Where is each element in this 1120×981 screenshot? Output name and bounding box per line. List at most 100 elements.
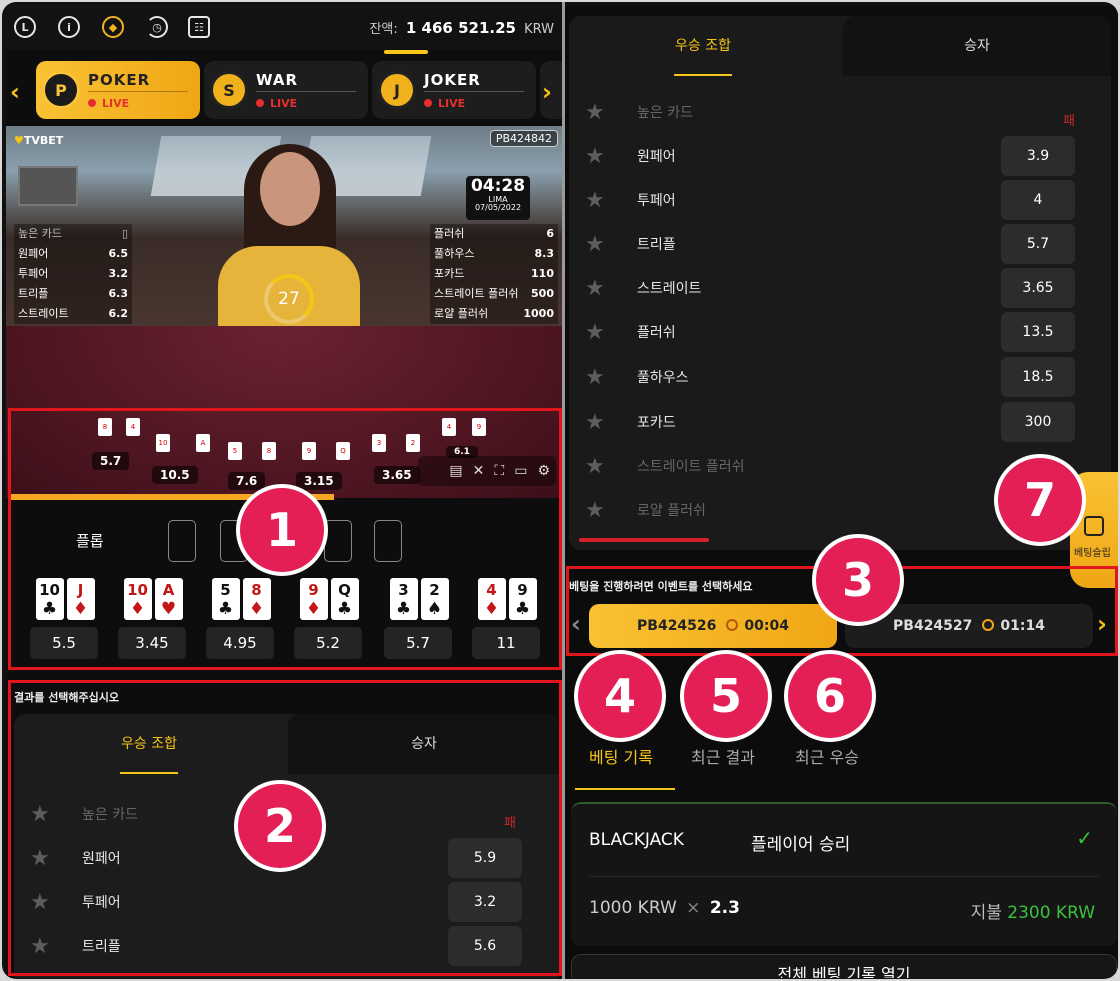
open-all-history-button[interactable]: 전체 베팅 기록 열기 bbox=[571, 954, 1117, 978]
odd-button[interactable]: 5.7 bbox=[1001, 224, 1075, 264]
chevron-left-icon[interactable]: ‹ bbox=[10, 78, 20, 106]
annotation-badge-2: 2 bbox=[234, 780, 326, 872]
chevron-left-icon[interactable]: ‹ bbox=[571, 610, 581, 638]
odd-button[interactable]: 300 bbox=[1001, 402, 1075, 442]
star-icon[interactable]: ★ bbox=[30, 802, 50, 827]
hand-odd-button[interactable]: 11 bbox=[472, 627, 540, 659]
clock-icon bbox=[982, 619, 995, 631]
info-icon[interactable]: i bbox=[58, 16, 80, 38]
hand-1[interactable]: 10 ♣ J ♦ 5.5 bbox=[30, 578, 98, 659]
odd-button[interactable]: 13.5 bbox=[1001, 312, 1075, 352]
tab-label: 우승 조합 bbox=[121, 736, 177, 752]
odds-value: 6.5 bbox=[108, 247, 129, 260]
betslip-icon bbox=[1084, 516, 1104, 536]
clock-date: 07/05/2022 bbox=[474, 203, 522, 212]
star-icon[interactable]: ★ bbox=[585, 188, 605, 213]
odd-button[interactable]: 3.9 bbox=[1001, 136, 1075, 176]
odd-button[interactable]: 3.65 bbox=[1001, 268, 1075, 308]
game-tab-joker[interactable]: J JOKER LIVE bbox=[372, 61, 536, 119]
fullscreen-icon[interactable]: ⛶ bbox=[494, 463, 504, 479]
card-rank: 5 bbox=[220, 581, 231, 599]
hand-odd-button[interactable]: 5.7 bbox=[384, 627, 452, 659]
mute-icon[interactable]: ✕ bbox=[473, 463, 485, 479]
playing-card: 10 ♣ bbox=[35, 578, 64, 620]
video-controls: ▤ ✕ ⛶ ▭ ⚙ bbox=[418, 456, 556, 486]
star-icon[interactable]: ★ bbox=[585, 276, 605, 301]
tvbet-logo: ♥TVBET bbox=[14, 134, 64, 147]
tab-recent-wins[interactable]: 최근 우승 bbox=[795, 744, 859, 768]
hand-odd-button[interactable]: 5.2 bbox=[294, 627, 362, 659]
subtitles-off-icon[interactable]: ▤ bbox=[449, 463, 462, 479]
active-tab-indicator bbox=[384, 50, 428, 54]
community-slot bbox=[374, 520, 402, 562]
live-icon[interactable]: L bbox=[14, 16, 36, 38]
payout: 지불 2300 KRW bbox=[971, 898, 1095, 923]
bet-name: 스트레이트 플러쉬 bbox=[637, 459, 745, 475]
odds-row: 원페어 6.5 bbox=[14, 244, 132, 264]
star-icon[interactable]: ★ bbox=[30, 846, 50, 871]
table-card: 5 bbox=[228, 442, 242, 460]
bet-outcome: 플레이어 승리 bbox=[751, 835, 851, 855]
odd-button[interactable]: 4 bbox=[1001, 180, 1075, 220]
playing-card: 9 ♦ bbox=[299, 578, 328, 620]
event-item-active[interactable]: PB424526 00:04 bbox=[589, 604, 837, 648]
star-icon[interactable]: ★ bbox=[585, 498, 605, 523]
hand-5[interactable]: 3 ♣ 2 ♠ 5.7 bbox=[384, 578, 452, 659]
odds-name: 스트레이트 플러쉬 bbox=[434, 287, 519, 300]
bet-row: ★ 투페어 4 bbox=[569, 178, 1111, 222]
star-icon[interactable]: ★ bbox=[585, 144, 605, 169]
annotation-badge-4: 4 bbox=[574, 650, 666, 742]
odd-button[interactable]: 18.5 bbox=[1001, 357, 1075, 397]
clock-icon bbox=[726, 619, 739, 631]
star-icon[interactable]: ★ bbox=[585, 100, 605, 125]
tab-bet-history[interactable]: 베팅 기록 bbox=[589, 744, 653, 768]
payout-value: 2300 KRW bbox=[1007, 903, 1095, 923]
odds-row: 플러쉬 6 bbox=[430, 224, 558, 244]
star-icon[interactable]: ★ bbox=[585, 454, 605, 479]
star-icon[interactable]: ★ bbox=[585, 320, 605, 345]
odd-button[interactable]: 3.2 bbox=[448, 882, 522, 922]
tab-winning-hand[interactable]: 우승 조합 bbox=[569, 16, 837, 76]
hand-odd-button[interactable]: 5.5 bbox=[30, 627, 98, 659]
tab-underline bbox=[674, 74, 732, 76]
hand-6[interactable]: 4 ♦ 9 ♣ 11 bbox=[472, 578, 540, 659]
chevron-right-icon[interactable]: › bbox=[542, 78, 552, 106]
tab-winning-hand[interactable]: 우승 조합 bbox=[14, 714, 284, 774]
camera-icon[interactable]: ▭ bbox=[514, 463, 527, 479]
community-slot bbox=[324, 520, 352, 562]
card-rank: 4 bbox=[486, 581, 497, 599]
game-tab-war[interactable]: S WAR LIVE bbox=[204, 61, 368, 119]
odds-name: 로얄 플러쉬 bbox=[434, 307, 489, 320]
star-icon[interactable]: ★ bbox=[30, 934, 50, 959]
right-odds-overlay: 플러쉬 6 풀하우스 8.3 포카드 110 스트레이트 플러쉬 500 로얄 플러쉬 1… bbox=[430, 224, 558, 324]
tab-winner[interactable]: 승자 bbox=[843, 16, 1111, 76]
card-suit: ♥ bbox=[160, 599, 177, 619]
hand-3[interactable]: 5 ♣ 8 ♦ 4.95 bbox=[206, 578, 274, 659]
divider bbox=[589, 876, 1099, 877]
calendar-icon[interactable]: ☷ bbox=[188, 16, 210, 38]
star-icon[interactable]: ★ bbox=[585, 232, 605, 257]
hand-2[interactable]: 10 ♦ A ♥ 3.45 bbox=[118, 578, 186, 659]
divider bbox=[256, 91, 356, 92]
target-icon[interactable]: ◆ bbox=[102, 16, 124, 38]
hand-odd-button[interactable]: 4.95 bbox=[206, 627, 274, 659]
card-suit: ♠ bbox=[426, 599, 443, 619]
poker-chip-icon: P bbox=[42, 71, 80, 109]
playing-card: 8 ♦ bbox=[242, 578, 271, 620]
bet-row: ★ 트리플 5.7 bbox=[569, 222, 1111, 266]
odds-name: 트리플 bbox=[18, 287, 49, 300]
star-icon[interactable]: ★ bbox=[30, 890, 50, 915]
game-tab-poker[interactable]: P POKER LIVE bbox=[36, 61, 200, 119]
odds-name: 포카드 bbox=[434, 267, 465, 280]
tab-recent-results[interactable]: 최근 결과 bbox=[691, 744, 755, 768]
odd-button[interactable]: 5.6 bbox=[448, 926, 522, 966]
hand-odd-button[interactable]: 3.45 bbox=[118, 627, 186, 659]
hand-4[interactable]: 9 ♦ Q ♣ 5.2 bbox=[294, 578, 362, 659]
star-icon[interactable]: ★ bbox=[585, 410, 605, 435]
star-icon[interactable]: ★ bbox=[585, 365, 605, 390]
odd-button[interactable]: 5.9 bbox=[448, 838, 522, 878]
settings-icon[interactable]: ⚙ bbox=[537, 463, 550, 479]
tab-winner[interactable]: 승자 bbox=[288, 714, 560, 774]
chevron-right-icon[interactable]: › bbox=[1097, 610, 1107, 638]
history-icon[interactable]: ◷ bbox=[146, 16, 168, 38]
